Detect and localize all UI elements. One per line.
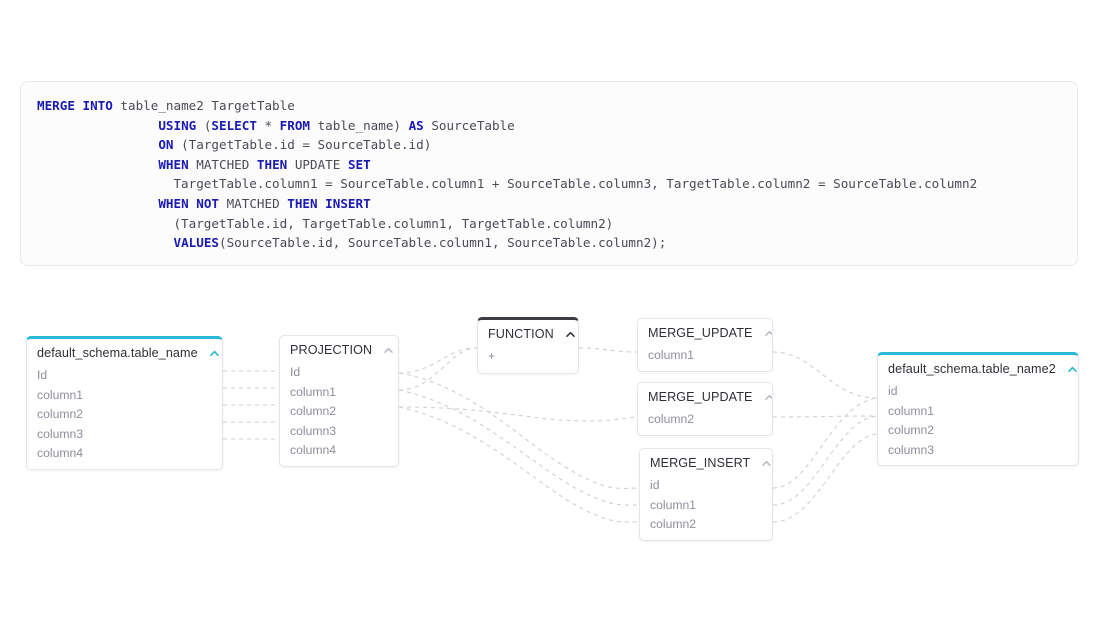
node-function[interactable]: FUNCTION + — [477, 317, 579, 374]
node-merge-insert[interactable]: MERGE_INSERT id column1 column2 — [639, 448, 773, 541]
node-header[interactable]: default_schema.table_name — [27, 339, 222, 366]
node-field[interactable]: column3 — [27, 425, 222, 445]
sql-keyword: ON — [158, 137, 174, 153]
node-source-table[interactable]: default_schema.table_name Id column1 col… — [26, 336, 223, 470]
node-field[interactable]: column1 — [638, 346, 772, 366]
node-field-list: column1 — [638, 346, 772, 371]
node-field[interactable]: column3 — [878, 441, 1078, 461]
chevron-up-icon[interactable] — [760, 457, 772, 470]
sql-text: table_name) — [310, 117, 409, 133]
node-field-plus[interactable]: + — [478, 347, 578, 368]
node-header[interactable]: MERGE_UPDATE — [638, 383, 772, 410]
node-field-list: Id column1 column2 column3 column4 — [27, 366, 222, 469]
node-field[interactable]: column1 — [280, 383, 398, 403]
code-line: WHEN MATCHED THEN UPDATE SET — [37, 155, 1077, 175]
node-field[interactable]: column2 — [638, 410, 772, 430]
node-header[interactable]: MERGE_UPDATE — [638, 319, 772, 346]
node-title: MERGE_UPDATE — [648, 390, 753, 404]
sql-text: MATCHED — [188, 156, 257, 172]
code-line: ON (TargetTable.id = SourceTable.id) — [37, 135, 1077, 155]
sql-keyword: USING — [158, 117, 197, 133]
sql-text: ( — [196, 117, 212, 133]
node-field[interactable]: Id — [27, 366, 222, 386]
sql-code-text: MERGE INTO table_name2 TargetTable USING… — [37, 96, 1077, 253]
code-line: USING (SELECT * FROM table_name) AS Sour… — [37, 116, 1077, 136]
node-header[interactable]: default_schema.table_name2 — [878, 355, 1078, 382]
sql-keyword: WHEN NOT — [158, 195, 219, 211]
node-field[interactable]: column2 — [640, 515, 772, 535]
node-field[interactable]: column2 — [280, 402, 398, 422]
node-field-list: Id column1 column2 column3 column4 — [280, 363, 398, 466]
node-field-list: + — [478, 347, 578, 373]
sql-text: (SourceTable.id, SourceTable.column1, So… — [218, 235, 667, 251]
sql-keyword: THEN — [256, 156, 288, 172]
node-title: PROJECTION — [290, 343, 373, 357]
node-field[interactable]: id — [640, 476, 772, 496]
chevron-up-icon[interactable] — [382, 344, 395, 357]
node-field[interactable]: column2 — [878, 421, 1078, 441]
sql-text: (TargetTable.id = SourceTable.id) — [173, 137, 432, 153]
node-field[interactable]: column1 — [27, 386, 222, 406]
node-field[interactable]: column4 — [280, 441, 398, 461]
chevron-up-icon[interactable] — [763, 391, 772, 404]
sql-text: table_name2 TargetTable — [112, 98, 295, 113]
node-merge-update-2[interactable]: MERGE_UPDATE column2 — [637, 382, 773, 436]
sql-keyword: VALUES — [173, 235, 219, 251]
node-field-list: id column1 column2 column3 — [878, 382, 1078, 465]
node-projection[interactable]: PROJECTION Id column1 column2 column3 co… — [279, 335, 399, 467]
node-header[interactable]: PROJECTION — [280, 336, 398, 363]
node-field[interactable]: column3 — [280, 422, 398, 442]
sql-text: MATCHED — [219, 195, 288, 211]
node-title: MERGE_UPDATE — [648, 326, 753, 340]
lineage-graph[interactable]: default_schema.table_name Id column1 col… — [0, 290, 1098, 624]
node-target-table[interactable]: default_schema.table_name2 id column1 co… — [877, 352, 1079, 466]
node-field[interactable]: Id — [280, 363, 398, 383]
sql-keyword: AS — [408, 117, 424, 133]
chevron-up-icon[interactable] — [564, 328, 577, 341]
sql-keyword: WHEN — [158, 156, 189, 172]
sql-keyword: THEN INSERT — [287, 195, 371, 211]
node-title: default_schema.table_name — [37, 346, 198, 360]
node-field[interactable]: column2 — [27, 405, 222, 425]
node-field[interactable]: column4 — [27, 444, 222, 464]
code-line: TargetTable.column1 = SourceTable.column… — [37, 174, 1077, 194]
node-title: FUNCTION — [488, 327, 554, 341]
chevron-up-icon[interactable] — [763, 327, 772, 340]
node-header[interactable]: MERGE_INSERT — [640, 449, 772, 476]
sql-text: TargetTable.column1 = SourceTable.column… — [37, 176, 978, 192]
sql-text: UPDATE — [287, 156, 348, 172]
node-merge-update-1[interactable]: MERGE_UPDATE column1 — [637, 318, 773, 372]
code-line: (TargetTable.id, TargetTable.column1, Ta… — [37, 214, 1077, 234]
sql-keyword: SELECT — [211, 117, 257, 133]
node-title: default_schema.table_name2 — [888, 362, 1056, 376]
chevron-up-icon[interactable] — [208, 347, 221, 360]
sql-code-panel: MERGE INTO table_name2 TargetTable USING… — [20, 81, 1078, 266]
sql-text: SourceTable — [423, 117, 515, 133]
code-line: VALUES(SourceTable.id, SourceTable.colum… — [37, 233, 1077, 253]
node-field[interactable]: id — [878, 382, 1078, 402]
chevron-up-icon[interactable] — [1066, 363, 1078, 376]
code-line: WHEN NOT MATCHED THEN INSERT — [37, 194, 1077, 214]
node-field-list: id column1 column2 — [640, 476, 772, 540]
sql-keyword: SET — [347, 156, 371, 172]
node-field[interactable]: column1 — [878, 402, 1078, 422]
node-title: MERGE_INSERT — [650, 456, 751, 470]
sql-keyword: MERGE INTO — [37, 98, 113, 113]
node-header[interactable]: FUNCTION — [478, 320, 578, 347]
sql-text: (TargetTable.id, TargetTable.column1, Ta… — [37, 215, 614, 231]
code-line: MERGE INTO table_name2 TargetTable — [37, 96, 1077, 116]
sql-text: * — [256, 117, 280, 133]
node-field[interactable]: column1 — [640, 496, 772, 516]
node-field-list: column2 — [638, 410, 772, 435]
sql-keyword: FROM — [279, 117, 311, 133]
